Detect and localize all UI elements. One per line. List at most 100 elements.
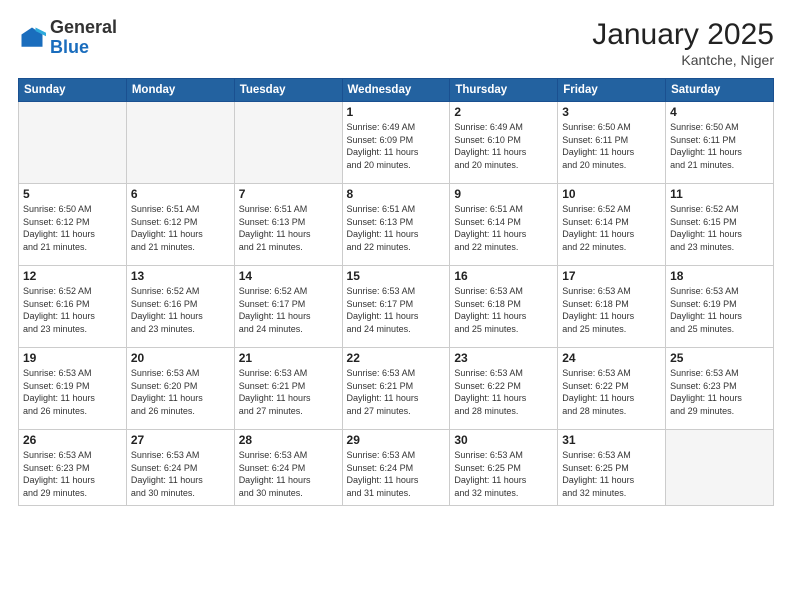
week-row-3: 12 Sunrise: 6:52 AMSunset: 6:16 PMDayligh…: [19, 266, 774, 348]
day-number: 29: [347, 433, 446, 447]
day-number: 16: [454, 269, 553, 283]
day-info: Sunrise: 6:52 AMSunset: 6:17 PMDaylight:…: [239, 285, 338, 335]
calendar-cell: 27 Sunrise: 6:53 AMSunset: 6:24 PMDayligh…: [126, 430, 234, 506]
calendar-cell: 24Sunrise: 6:53 AMSunset: 6:22 PMDayligh…: [558, 348, 666, 430]
calendar-cell: 6 Sunrise: 6:51 AMSunset: 6:12 PMDaylight…: [126, 184, 234, 266]
calendar-cell: 19 Sunrise: 6:53 AMSunset: 6:19 PMDayligh…: [19, 348, 127, 430]
logo-icon: [18, 24, 46, 52]
col-header-thursday: Thursday: [450, 79, 558, 102]
col-header-friday: Friday: [558, 79, 666, 102]
day-number: 21: [239, 351, 338, 365]
day-number: 18: [670, 269, 769, 283]
day-info: Sunrise: 6:51 AMSunset: 6:13 PMDaylight:…: [239, 203, 338, 253]
col-header-sunday: Sunday: [19, 79, 127, 102]
calendar-cell: 1Sunrise: 6:49 AMSunset: 6:09 PMDaylight…: [342, 102, 450, 184]
title-block: January 2025 Kantche, Niger: [592, 18, 774, 68]
calendar-title: January 2025: [592, 18, 774, 52]
day-number: 5: [23, 187, 122, 201]
calendar-cell: 14 Sunrise: 6:52 AMSunset: 6:17 PMDayligh…: [234, 266, 342, 348]
calendar-table: SundayMondayTuesdayWednesdayThursdayFrid…: [18, 78, 774, 506]
day-number: 17: [562, 269, 661, 283]
calendar-cell: 22 Sunrise: 6:53 AMSunset: 6:21 PMDayligh…: [342, 348, 450, 430]
calendar-cell: 17Sunrise: 6:53 AMSunset: 6:18 PMDayligh…: [558, 266, 666, 348]
col-header-tuesday: Tuesday: [234, 79, 342, 102]
day-number: 2: [454, 105, 553, 119]
day-info: Sunrise: 6:53 AMSunset: 6:19 PMDaylight:…: [670, 285, 769, 335]
day-number: 12: [23, 269, 122, 283]
calendar-cell: 21 Sunrise: 6:53 AMSunset: 6:21 PMDayligh…: [234, 348, 342, 430]
day-number: 4: [670, 105, 769, 119]
calendar-cell: [126, 102, 234, 184]
calendar-cell: 8 Sunrise: 6:51 AMSunset: 6:13 PMDaylight…: [342, 184, 450, 266]
calendar-cell: 25 Sunrise: 6:53 AMSunset: 6:23 PMDayligh…: [666, 348, 774, 430]
day-number: 10: [562, 187, 661, 201]
day-number: 28: [239, 433, 338, 447]
page: General Blue January 2025 Kantche, Niger…: [0, 0, 792, 612]
day-info: Sunrise: 6:51 AMSunset: 6:13 PMDaylight:…: [347, 203, 446, 253]
day-info: Sunrise: 6:53 AMSunset: 6:21 PMDaylight:…: [347, 367, 446, 417]
day-number: 8: [347, 187, 446, 201]
day-number: 31: [562, 433, 661, 447]
day-info: Sunrise: 6:53 AMSunset: 6:24 PMDaylight:…: [239, 449, 338, 499]
col-header-saturday: Saturday: [666, 79, 774, 102]
day-number: 13: [131, 269, 230, 283]
day-info: Sunrise: 6:52 AMSunset: 6:16 PMDaylight:…: [131, 285, 230, 335]
day-info: Sunrise: 6:51 AMSunset: 6:14 PMDaylight:…: [454, 203, 553, 253]
header: General Blue January 2025 Kantche, Niger: [18, 18, 774, 68]
week-row-4: 19 Sunrise: 6:53 AMSunset: 6:19 PMDayligh…: [19, 348, 774, 430]
calendar-cell: 29 Sunrise: 6:53 AMSunset: 6:24 PMDayligh…: [342, 430, 450, 506]
calendar-cell: 2 Sunrise: 6:49 AMSunset: 6:10 PMDaylight…: [450, 102, 558, 184]
week-row-5: 26Sunrise: 6:53 AMSunset: 6:23 PMDayligh…: [19, 430, 774, 506]
logo-text: General Blue: [50, 18, 117, 58]
day-info: Sunrise: 6:53 AMSunset: 6:23 PMDaylight:…: [670, 367, 769, 417]
day-info: Sunrise: 6:53 AMSunset: 6:24 PMDaylight:…: [347, 449, 446, 499]
day-number: 3: [562, 105, 661, 119]
calendar-cell: 16 Sunrise: 6:53 AMSunset: 6:18 PMDayligh…: [450, 266, 558, 348]
calendar-cell: 5 Sunrise: 6:50 AMSunset: 6:12 PMDaylight…: [19, 184, 127, 266]
day-info: Sunrise: 6:51 AMSunset: 6:12 PMDaylight:…: [131, 203, 230, 253]
calendar-cell: 31Sunrise: 6:53 AMSunset: 6:25 PMDayligh…: [558, 430, 666, 506]
day-info: Sunrise: 6:53 AMSunset: 6:24 PMDaylight:…: [131, 449, 230, 499]
logo-general: General: [50, 17, 117, 37]
day-info: Sunrise: 6:53 AMSunset: 6:21 PMDaylight:…: [239, 367, 338, 417]
calendar-cell: 30Sunrise: 6:53 AMSunset: 6:25 PMDayligh…: [450, 430, 558, 506]
day-info: Sunrise: 6:50 AMSunset: 6:11 PMDaylight:…: [562, 121, 661, 171]
day-info: Sunrise: 6:50 AMSunset: 6:12 PMDaylight:…: [23, 203, 122, 253]
calendar-cell: 28 Sunrise: 6:53 AMSunset: 6:24 PMDayligh…: [234, 430, 342, 506]
day-info: Sunrise: 6:53 AMSunset: 6:19 PMDaylight:…: [23, 367, 122, 417]
day-info: Sunrise: 6:52 AMSunset: 6:14 PMDaylight:…: [562, 203, 661, 253]
day-info: Sunrise: 6:50 AMSunset: 6:11 PMDaylight:…: [670, 121, 769, 171]
day-number: 19: [23, 351, 122, 365]
day-number: 24: [562, 351, 661, 365]
day-number: 15: [347, 269, 446, 283]
calendar-cell: [666, 430, 774, 506]
calendar-subtitle: Kantche, Niger: [592, 52, 774, 68]
calendar-cell: [234, 102, 342, 184]
col-header-monday: Monday: [126, 79, 234, 102]
day-info: Sunrise: 6:49 AMSunset: 6:10 PMDaylight:…: [454, 121, 553, 171]
day-number: 25: [670, 351, 769, 365]
day-info: Sunrise: 6:53 AMSunset: 6:17 PMDaylight:…: [347, 285, 446, 335]
day-number: 9: [454, 187, 553, 201]
day-number: 11: [670, 187, 769, 201]
day-info: Sunrise: 6:49 AMSunset: 6:09 PMDaylight:…: [347, 121, 446, 171]
day-number: 22: [347, 351, 446, 365]
header-row: SundayMondayTuesdayWednesdayThursdayFrid…: [19, 79, 774, 102]
calendar-cell: 3 Sunrise: 6:50 AMSunset: 6:11 PMDaylight…: [558, 102, 666, 184]
logo: General Blue: [18, 18, 117, 58]
day-number: 27: [131, 433, 230, 447]
calendar-cell: 10 Sunrise: 6:52 AMSunset: 6:14 PMDayligh…: [558, 184, 666, 266]
day-info: Sunrise: 6:53 AMSunset: 6:18 PMDaylight:…: [454, 285, 553, 335]
day-number: 6: [131, 187, 230, 201]
logo-blue: Blue: [50, 37, 89, 57]
day-info: Sunrise: 6:52 AMSunset: 6:15 PMDaylight:…: [670, 203, 769, 253]
calendar-cell: 18 Sunrise: 6:53 AMSunset: 6:19 PMDayligh…: [666, 266, 774, 348]
day-info: Sunrise: 6:52 AMSunset: 6:16 PMDaylight:…: [23, 285, 122, 335]
day-number: 14: [239, 269, 338, 283]
week-row-2: 5 Sunrise: 6:50 AMSunset: 6:12 PMDaylight…: [19, 184, 774, 266]
calendar-cell: 11 Sunrise: 6:52 AMSunset: 6:15 PMDayligh…: [666, 184, 774, 266]
day-number: 20: [131, 351, 230, 365]
calendar-cell: 26Sunrise: 6:53 AMSunset: 6:23 PMDayligh…: [19, 430, 127, 506]
calendar-cell: 7 Sunrise: 6:51 AMSunset: 6:13 PMDaylight…: [234, 184, 342, 266]
day-number: 7: [239, 187, 338, 201]
